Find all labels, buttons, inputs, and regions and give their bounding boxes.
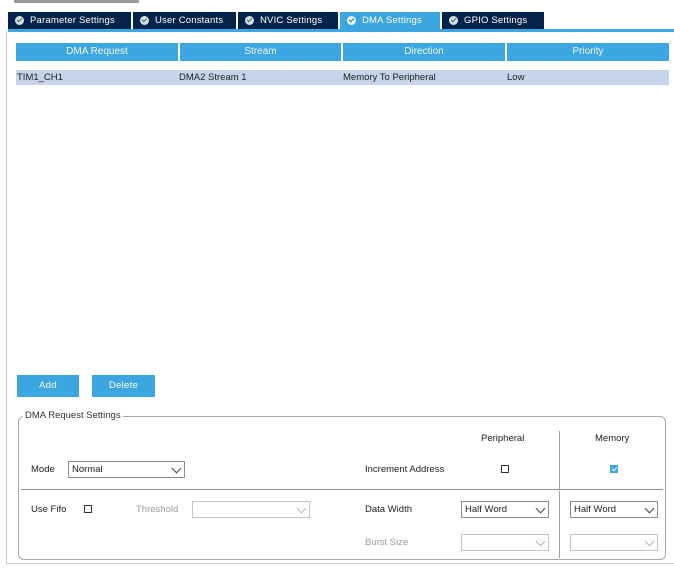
column-header-stream[interactable]: Stream xyxy=(180,43,341,61)
table-row[interactable]: TIM1_CH1 DMA2 Stream 1 Memory To Periphe… xyxy=(16,70,669,85)
memory-data-width-select[interactable]: Half Word xyxy=(570,501,658,518)
top-scroll-stub xyxy=(14,0,139,3)
use-fifo-label: Use Fifo xyxy=(31,504,67,515)
tab-label: NVIC Settings xyxy=(260,15,323,26)
check-circle-icon xyxy=(245,16,254,25)
tab-gpio-settings[interactable]: GPIO Settings xyxy=(442,12,544,29)
chevron-down-icon xyxy=(644,536,655,547)
chevron-down-icon xyxy=(535,503,546,514)
panel-border-left xyxy=(6,30,7,564)
chevron-down-icon xyxy=(171,463,182,474)
threshold-label: Threshold xyxy=(136,504,179,515)
cell-priority: Low xyxy=(507,72,525,83)
peripheral-data-width-value: Half Word xyxy=(465,504,508,515)
tab-nvic-settings[interactable]: NVIC Settings xyxy=(238,12,338,29)
memory-data-width-value: Half Word xyxy=(574,504,617,515)
peripheral-header: Peripheral xyxy=(481,433,525,444)
cell-dma-request: TIM1_CH1 xyxy=(17,72,63,83)
chevron-down-icon xyxy=(296,503,307,514)
add-button[interactable]: Add xyxy=(17,375,79,397)
tab-label: Parameter Settings xyxy=(30,15,115,26)
mode-label: Mode xyxy=(31,464,55,475)
tab-bar: Parameter Settings User Constants NVIC S… xyxy=(8,12,674,29)
check-circle-icon xyxy=(15,16,24,25)
increment-address-label: Increment Address xyxy=(365,464,445,475)
column-header-direction[interactable]: Direction xyxy=(343,43,505,61)
column-divider-bottom xyxy=(559,491,560,558)
peripheral-burst-size-select[interactable] xyxy=(461,534,549,551)
chevron-down-icon xyxy=(535,536,546,547)
peripheral-data-width-select[interactable]: Half Word xyxy=(461,501,549,518)
burst-size-label: Burst Size xyxy=(365,537,409,548)
column-header-priority[interactable]: Priority xyxy=(507,43,669,61)
mode-select[interactable]: Normal xyxy=(68,461,185,478)
check-circle-icon xyxy=(347,16,356,25)
memory-increment-checkbox[interactable] xyxy=(610,465,618,473)
dma-request-settings-group xyxy=(18,416,666,560)
panel-border-bottom xyxy=(6,563,674,564)
cell-stream: DMA2 Stream 1 xyxy=(179,72,247,83)
tab-label: DMA Settings xyxy=(362,15,422,26)
group-title: DMA Request Settings xyxy=(23,410,123,421)
check-circle-icon xyxy=(449,16,458,25)
tab-parameter-settings[interactable]: Parameter Settings xyxy=(8,12,131,29)
peripheral-increment-checkbox[interactable] xyxy=(501,465,509,473)
data-width-label: Data Width xyxy=(365,504,412,515)
memory-burst-size-select[interactable] xyxy=(570,534,658,551)
chevron-down-icon xyxy=(644,503,655,514)
tab-dma-settings[interactable]: DMA Settings xyxy=(340,12,440,29)
tab-label: User Constants xyxy=(155,15,224,26)
tab-label: GPIO Settings xyxy=(464,15,528,26)
section-divider xyxy=(21,489,663,490)
use-fifo-checkbox[interactable] xyxy=(84,505,92,513)
delete-button[interactable]: Delete xyxy=(92,375,155,397)
tab-underline xyxy=(8,29,674,32)
column-divider-top xyxy=(559,431,560,489)
dma-table-header: DMA Request Stream Direction Priority xyxy=(16,43,669,61)
column-header-dma-request[interactable]: DMA Request xyxy=(16,43,178,61)
threshold-select[interactable] xyxy=(192,501,310,518)
cell-direction: Memory To Peripheral xyxy=(343,72,436,83)
tab-user-constants[interactable]: User Constants xyxy=(133,12,236,29)
mode-select-value: Normal xyxy=(72,464,103,475)
check-circle-icon xyxy=(140,16,149,25)
memory-header: Memory xyxy=(595,433,630,444)
